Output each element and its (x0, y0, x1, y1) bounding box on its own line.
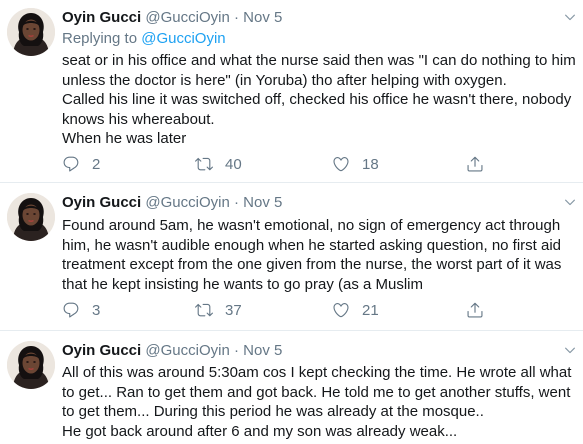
tweet-2[interactable]: Oyin Gucci @GucciOyin · Nov 5 Found arou… (0, 183, 583, 333)
tweet-line: him, he wasn't audible enough when he st… (62, 236, 562, 254)
timestamp[interactable]: Nov 5 (243, 9, 282, 26)
heart-icon (332, 155, 350, 173)
tweet-header: Oyin Gucci @GucciOyin · Nov 5 (62, 193, 282, 213)
tweet-actions: 3 37 21 (62, 300, 562, 320)
share-upload-icon (466, 301, 484, 319)
display-name[interactable]: Oyin Gucci (62, 194, 141, 211)
timestamp[interactable]: Nov 5 (243, 342, 282, 359)
tweet-3[interactable]: Oyin Gucci @GucciOyin · Nov 5 All of thi… (0, 331, 583, 444)
share-button[interactable] (466, 300, 496, 320)
reply-button[interactable]: 3 (62, 300, 100, 320)
like-button[interactable]: 18 (332, 154, 379, 174)
share-button[interactable] (466, 154, 496, 174)
separator-dot: · (233, 342, 239, 359)
tweet-line: unless the doctor is here" (in Yoruba) t… (62, 71, 507, 89)
retweet-count: 40 (225, 155, 242, 173)
chevron-down-icon[interactable] (563, 10, 577, 24)
tweet-line: that he kept insisting he wants to go pr… (62, 275, 424, 293)
retweet-button[interactable]: 37 (195, 300, 242, 320)
tweet-line: He got back around after 6 and my son wa… (62, 422, 458, 440)
tweet-actions: 2 40 18 (62, 154, 562, 174)
handle[interactable]: @GucciOyin (145, 342, 229, 359)
tweet-text: seat or in his office and what the nurse… (62, 51, 577, 149)
replying-to: Replying to @GucciOyin (62, 29, 226, 49)
retweet-arrows-icon (195, 155, 213, 173)
avatar[interactable] (7, 8, 55, 56)
retweet-button[interactable]: 40 (195, 154, 242, 174)
chevron-down-icon[interactable] (563, 195, 577, 209)
reply-count: 2 (92, 155, 101, 173)
separator-dot: · (233, 9, 239, 26)
separator-dot: · (233, 194, 239, 211)
tweet-line: to get... Ran to get them and got back. … (62, 383, 571, 401)
heart-icon (332, 301, 350, 319)
tweet-text: All of this was around 5:30am cos I kept… (62, 363, 577, 441)
avatar[interactable] (7, 341, 55, 389)
retweet-arrows-icon (195, 301, 213, 319)
handle[interactable]: @GucciOyin (145, 9, 229, 26)
tweet-header: Oyin Gucci @GucciOyin · Nov 5 (62, 8, 282, 28)
like-button[interactable]: 21 (332, 300, 379, 320)
display-name[interactable]: Oyin Gucci (62, 342, 141, 359)
like-count: 21 (362, 301, 379, 319)
replying-to-label: Replying to (62, 30, 142, 47)
tweet-line: When he was later (62, 130, 187, 148)
chevron-down-icon[interactable] (563, 343, 577, 357)
avatar[interactable] (7, 193, 55, 241)
tweet-line: treatment except from the one given from… (62, 256, 562, 274)
tweet-1[interactable]: Oyin Gucci @GucciOyin · Nov 5 Replying t… (0, 0, 583, 180)
timestamp[interactable]: Nov 5 (243, 194, 282, 211)
tweet-line: All of this was around 5:30am cos I kept… (62, 364, 572, 381)
replying-to-link[interactable]: @GucciOyin (141, 30, 225, 47)
display-name[interactable]: Oyin Gucci (62, 9, 141, 26)
like-count: 18 (362, 155, 379, 173)
tweet-text: Found around 5am, he wasn't emotional, n… (62, 216, 577, 294)
tweet-line: to get them... During this period he was… (62, 403, 484, 421)
speech-bubble-icon (62, 155, 80, 173)
tweet-line: Found around 5am, he wasn't emotional, n… (62, 217, 561, 234)
handle[interactable]: @GucciOyin (145, 194, 229, 211)
tweet-header: Oyin Gucci @GucciOyin · Nov 5 (62, 341, 282, 361)
speech-bubble-icon (62, 301, 80, 319)
tweet-line: knows his whereabout. (62, 110, 215, 128)
reply-count: 3 (92, 301, 101, 319)
tweet-line: Called his line it was switched off, che… (62, 91, 572, 109)
reply-button[interactable]: 2 (62, 154, 100, 174)
retweet-count: 37 (225, 301, 242, 319)
tweet-line: seat or in his office and what the nurse… (62, 52, 576, 69)
share-upload-icon (466, 155, 484, 173)
